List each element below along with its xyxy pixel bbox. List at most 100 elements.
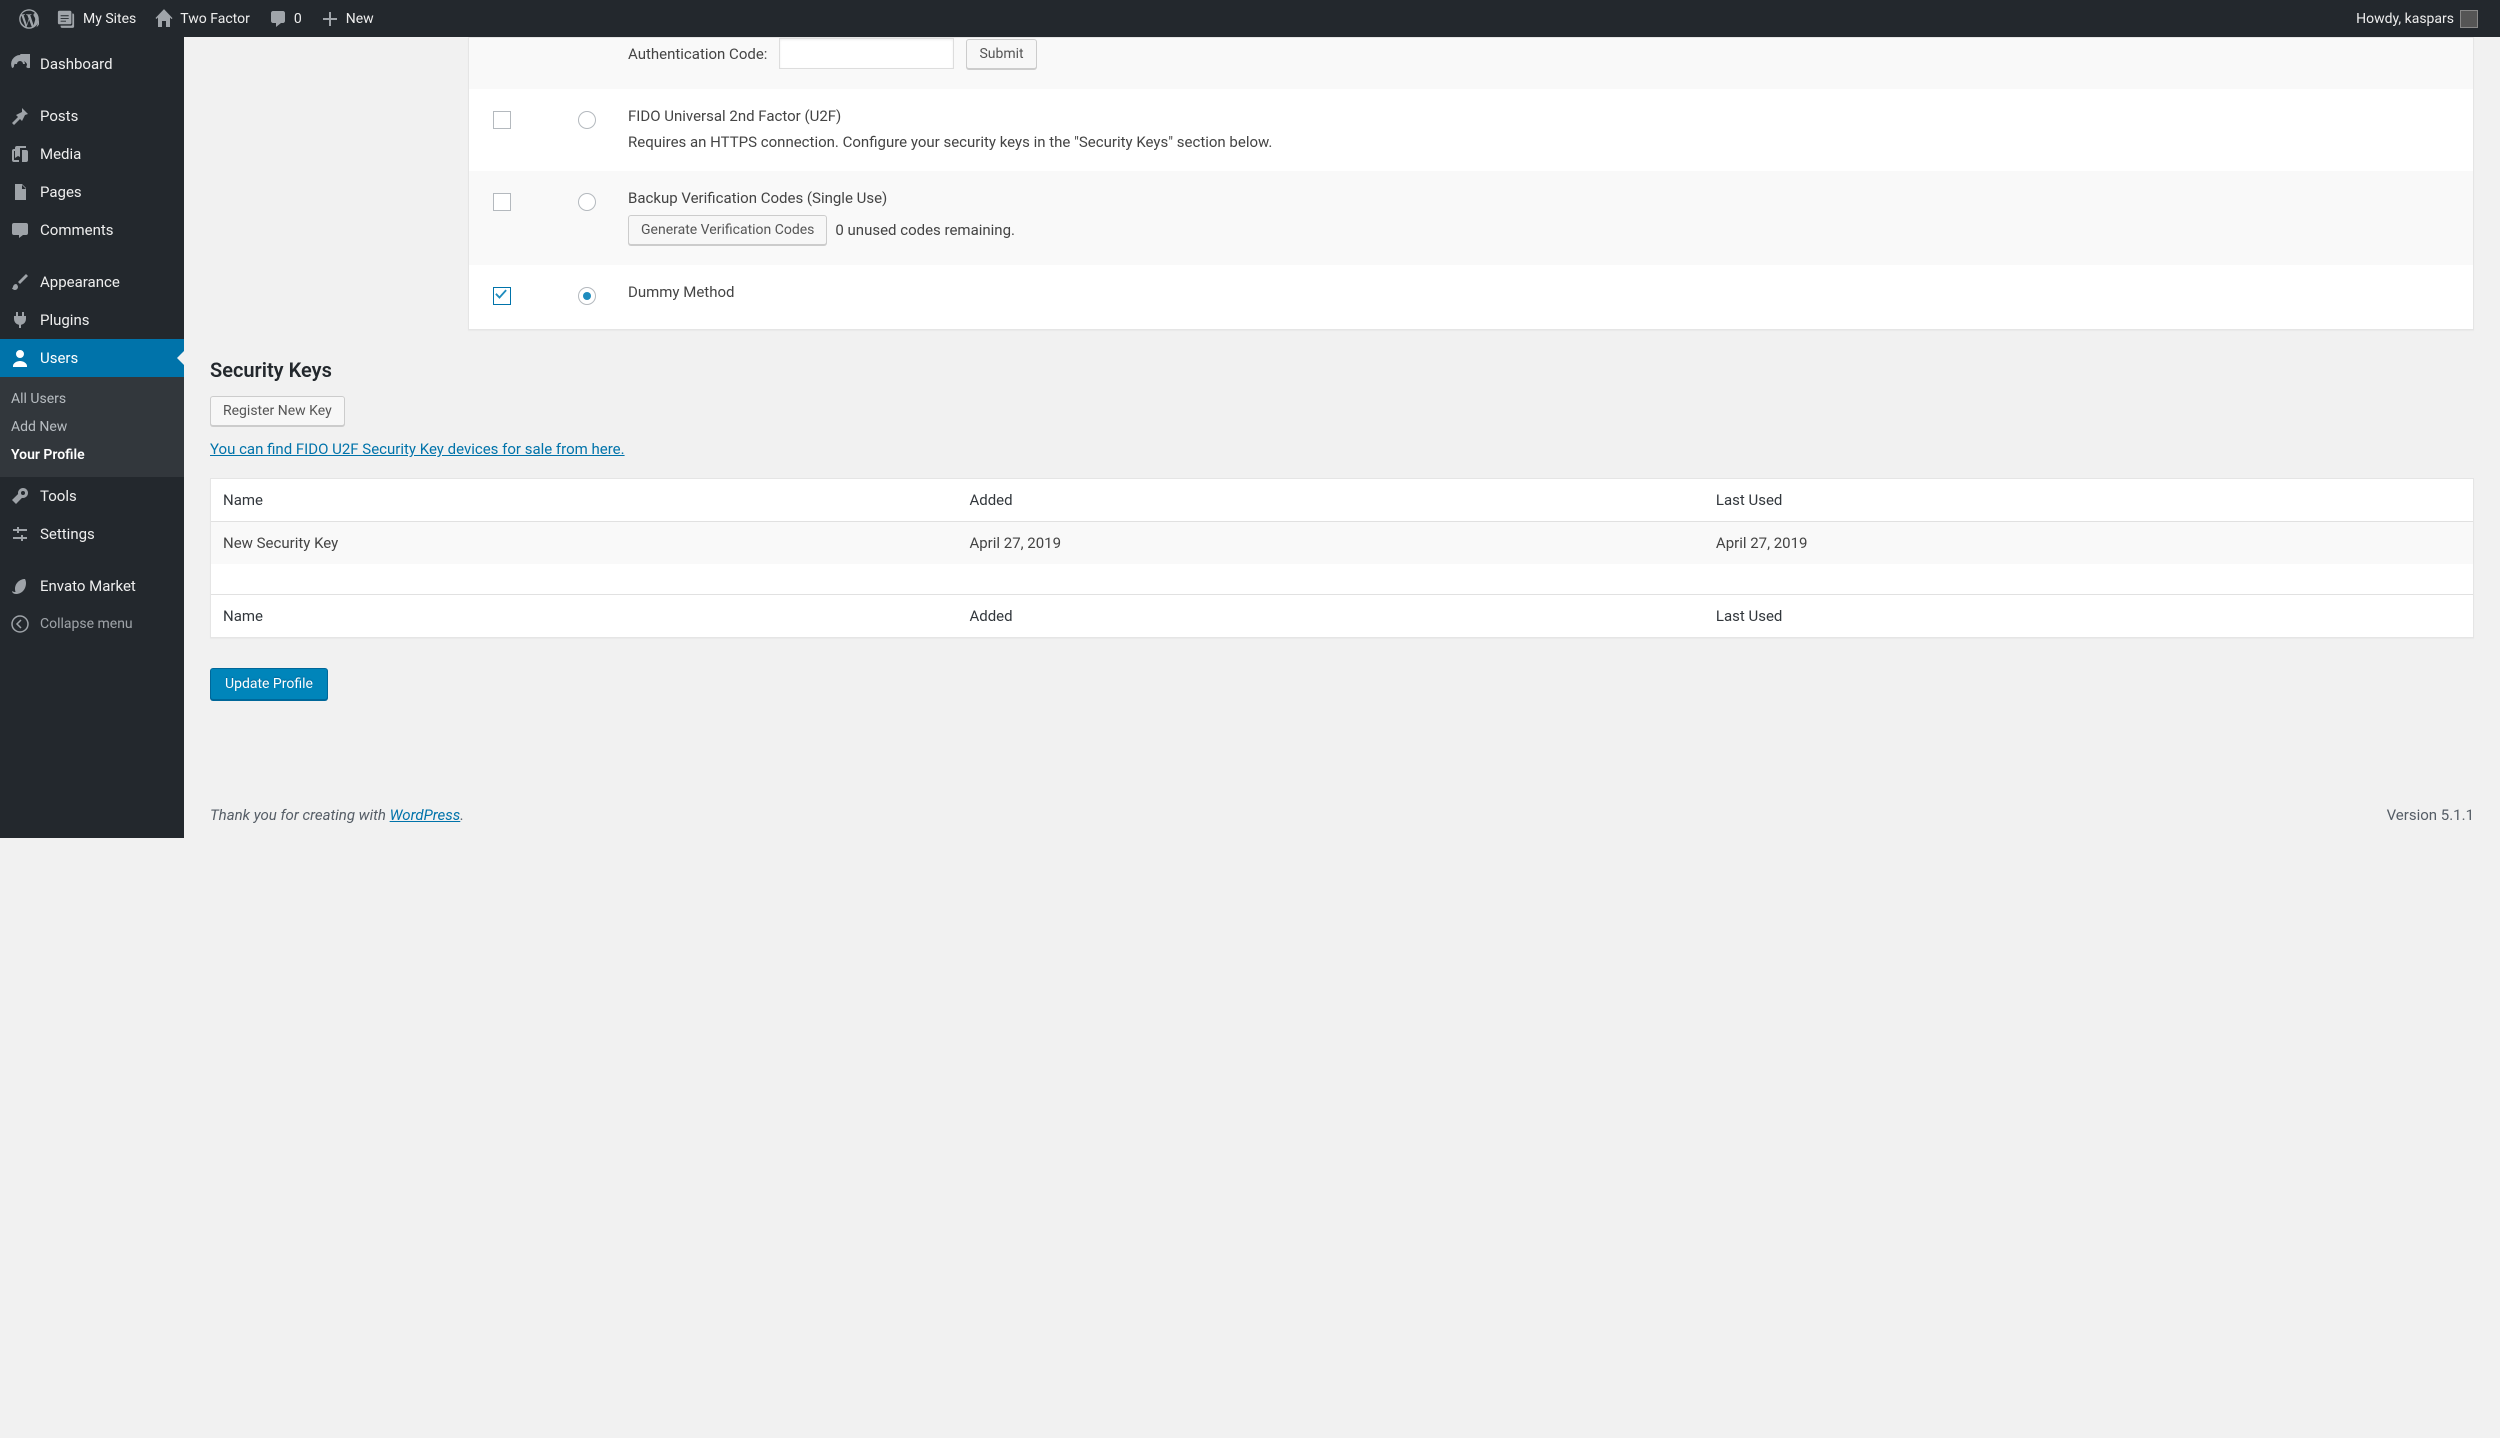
user-icon (10, 348, 30, 368)
new-label: New (346, 11, 374, 27)
menu-label: Users (40, 349, 78, 367)
dashboard-icon (10, 54, 30, 74)
menu-envato[interactable]: Envato Market (0, 567, 184, 605)
menu-plugins[interactable]: Plugins (0, 301, 184, 339)
sliders-icon (10, 524, 30, 544)
my-sites-label: My Sites (83, 11, 136, 27)
primary-backup-radio[interactable] (578, 193, 596, 211)
key-added: April 27, 2019 (969, 534, 1061, 552)
site-link[interactable]: Two Factor (145, 0, 259, 37)
new-content[interactable]: New (311, 0, 383, 37)
collapse-icon (10, 614, 30, 634)
menu-label: Media (40, 145, 81, 163)
menu-label: Comments (40, 221, 114, 239)
col-lastused[interactable]: Last Used (1716, 607, 1783, 625)
submenu-your-profile[interactable]: Your Profile (0, 441, 184, 469)
col-name[interactable]: Name (223, 491, 263, 509)
menu-media[interactable]: Media (0, 135, 184, 173)
wordpress-link[interactable]: WordPress (390, 806, 461, 824)
menu-users[interactable]: Users (0, 339, 184, 377)
backup-title: Backup Verification Codes (Single Use) (628, 189, 2449, 207)
method-row-dummy: Dummy Method (469, 265, 2473, 329)
avatar (2460, 10, 2478, 28)
media-icon (10, 144, 30, 164)
method-row-u2f: FIDO Universal 2nd Factor (U2F) Requires… (469, 89, 2473, 171)
collapse-menu[interactable]: Collapse menu (0, 605, 184, 643)
auth-code-label: Authentication Code: (628, 45, 767, 63)
footer-thanks: Thank you for creating with (210, 806, 390, 824)
howdy-text: Howdy, kaspars (2356, 11, 2454, 27)
two-factor-methods-table: Authentication Code: Submit FIDO Univers… (468, 37, 2474, 330)
col-lastused[interactable]: Last Used (1716, 491, 1783, 509)
admin-sidebar: Dashboard Posts Media Pages Comments App… (0, 37, 184, 838)
comment-icon (268, 9, 288, 29)
leaf-icon (10, 576, 30, 596)
col-added[interactable]: Added (969, 491, 1012, 509)
footer-period: . (460, 806, 464, 824)
comment-count: 0 (294, 11, 302, 27)
pin-icon (10, 106, 30, 126)
col-added[interactable]: Added (969, 607, 1012, 625)
menu-tools[interactable]: Tools (0, 477, 184, 515)
comments-bubble[interactable]: 0 (259, 0, 311, 37)
backup-status: 0 unused codes remaining. (835, 221, 1015, 239)
enable-dummy-checkbox[interactable] (493, 287, 511, 305)
menu-label: Pages (40, 183, 82, 201)
submenu-add-new[interactable]: Add New (0, 413, 184, 441)
dummy-title: Dummy Method (628, 283, 2449, 301)
menu-label: Dashboard (40, 55, 113, 73)
collapse-label: Collapse menu (40, 616, 133, 632)
col-name[interactable]: Name (223, 607, 263, 625)
u2f-desc: Requires an HTTPS connection. Configure … (628, 133, 2449, 151)
menu-pages[interactable]: Pages (0, 173, 184, 211)
key-lastused: April 27, 2019 (1716, 534, 1808, 552)
primary-u2f-radio[interactable] (578, 111, 596, 129)
table-row: New Security Key April 27, 2019 April 27… (211, 522, 2473, 594)
wordpress-icon (19, 9, 39, 29)
register-key-button[interactable]: Register New Key (210, 396, 345, 426)
menu-label: Plugins (40, 311, 89, 329)
menu-appearance[interactable]: Appearance (0, 263, 184, 301)
menu-settings[interactable]: Settings (0, 515, 184, 553)
security-keys-heading: Security Keys (210, 358, 2474, 382)
menu-posts[interactable]: Posts (0, 97, 184, 135)
page-icon (10, 182, 30, 202)
generate-codes-button[interactable]: Generate Verification Codes (628, 215, 827, 245)
brush-icon (10, 272, 30, 292)
enable-u2f-checkbox[interactable] (493, 111, 511, 129)
plug-icon (10, 310, 30, 330)
method-row-backup: Backup Verification Codes (Single Use) G… (469, 171, 2473, 265)
comment-icon (10, 220, 30, 240)
admin-footer: Thank you for creating with WordPress. V… (184, 792, 2500, 838)
security-keys-table: Name Added Last Used New Security Key Ap… (210, 478, 2474, 638)
admin-bar: My Sites Two Factor 0 New Howdy, kaspars (0, 0, 2500, 37)
submenu-users: All Users Add New Your Profile (0, 377, 184, 477)
my-sites[interactable]: My Sites (48, 0, 145, 37)
enable-backup-checkbox[interactable] (493, 193, 511, 211)
menu-label: Settings (40, 525, 95, 543)
primary-dummy-radio[interactable] (578, 287, 596, 305)
u2f-title: FIDO Universal 2nd Factor (U2F) (628, 107, 2449, 125)
account-link[interactable]: Howdy, kaspars (2347, 0, 2487, 37)
menu-label: Envato Market (40, 577, 136, 595)
update-profile-button[interactable]: Update Profile (210, 668, 328, 700)
main-content: Authentication Code: Submit FIDO Univers… (184, 37, 2500, 838)
multisite-icon (57, 9, 77, 29)
plus-icon (320, 9, 340, 29)
menu-label: Tools (40, 487, 77, 505)
menu-label: Posts (40, 107, 78, 125)
menu-comments[interactable]: Comments (0, 211, 184, 249)
menu-dashboard[interactable]: Dashboard (0, 45, 184, 83)
menu-label: Appearance (40, 273, 120, 291)
wp-logo[interactable] (10, 0, 48, 37)
method-row-authcode: Authentication Code: Submit (469, 38, 2473, 89)
version-text: Version 5.1.1 (2387, 806, 2474, 824)
submit-button[interactable]: Submit (966, 39, 1036, 69)
submenu-all-users[interactable]: All Users (0, 385, 184, 413)
auth-code-input[interactable] (779, 38, 954, 69)
key-name: New Security Key (223, 534, 338, 552)
fido-shop-link[interactable]: You can find FIDO U2F Security Key devic… (210, 440, 625, 458)
home-icon (154, 9, 174, 29)
wrench-icon (10, 486, 30, 506)
site-name: Two Factor (180, 11, 250, 27)
